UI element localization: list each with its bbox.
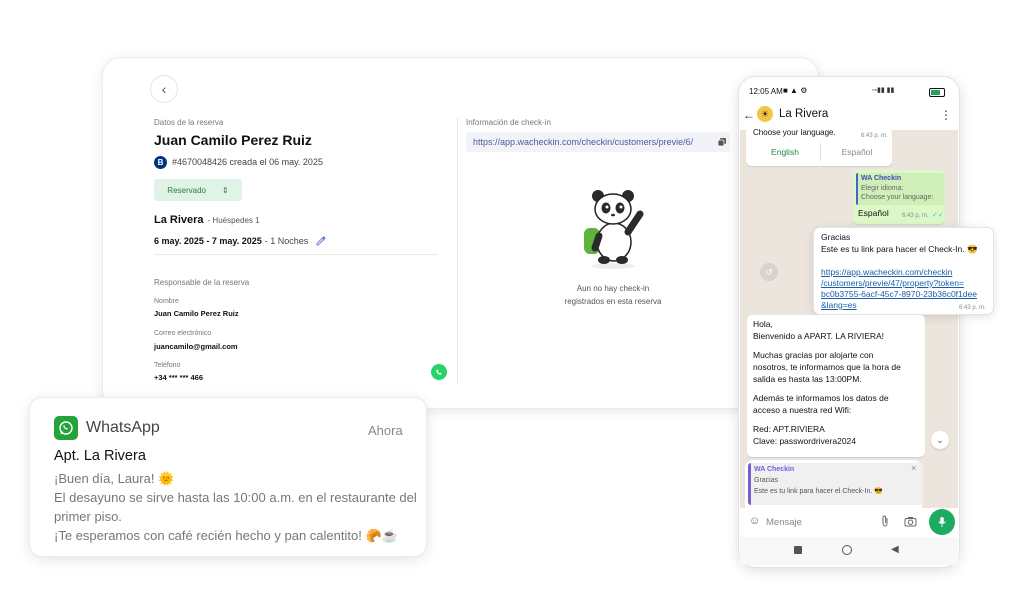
phone-label: Teléfono: [154, 362, 181, 369]
whatsapp-logo-icon: [54, 416, 78, 440]
notification-title: Apt. La Rivera: [54, 448, 146, 464]
notification-line2: El desayuno se sirve hasta las 10:00 a.m…: [54, 490, 417, 505]
gracias-text: Gracias: [821, 232, 851, 242]
forward-icon[interactable]: ↺: [760, 263, 778, 281]
quoted-line1: Elegir idioma:: [861, 185, 904, 192]
back-button[interactable]: ‹: [150, 75, 178, 103]
language-message-text: Choose your language.: [753, 128, 836, 137]
battery-icon: [929, 88, 945, 97]
notification-app-name: WhatsApp: [86, 419, 160, 436]
welcome-line1: Hola,: [753, 319, 773, 329]
welcome-line3: Muchas gracias por alojarte con: [753, 350, 874, 360]
welcome-line5: salida es hasta las 13:00PM.: [753, 374, 862, 384]
email-value: juancamilo@gmail.com: [154, 342, 238, 351]
checkin-link-3[interactable]: bc0b3755-6acf-45c7-8970-23b36c0f1dee: [821, 289, 977, 301]
name-value: Juan Camilo Perez Ruiz: [154, 309, 239, 318]
quoted-sender: WA Checkin: [861, 175, 902, 182]
checkin-url-field[interactable]: https://app.wacheckin.com/checkin/custom…: [466, 132, 730, 152]
notification-line4: ¡Te esperamos con café recién hecho y pa…: [54, 528, 398, 543]
message-timestamp: 6:43 p. m.: [902, 213, 929, 219]
double-check-icon: ✓✓: [932, 212, 944, 219]
status-bar: 12:05 AM ■ ▲ ⚙ ▫▫▮▮ ▮▮: [746, 85, 952, 99]
email-label: Correo electrónico: [154, 330, 212, 337]
signal-icon: ▫▫▮▮ ▮▮: [872, 87, 895, 94]
checkin-url: https://app.wacheckin.com/checkin/custom…: [473, 137, 694, 147]
empty-state-line1: Aun no hay check-in: [576, 284, 650, 293]
checkin-link-1[interactable]: https://app.wacheckin.com/checkin: [821, 267, 952, 279]
phone-value: +34 *** *** 466: [154, 373, 203, 382]
welcome-line2: Bienvenido a APART. LA RIVIERA!: [753, 331, 885, 341]
message-input[interactable]: Mensaje: [766, 517, 802, 528]
status-icons-left: ■ ▲ ⚙: [783, 86, 808, 95]
reservation-section-label: Datos de la reserva: [154, 118, 224, 127]
property-name: La Rivera: [154, 214, 204, 226]
stay-dates: 6 may. 2025 - 7 may. 2025: [154, 235, 262, 246]
whatsapp-icon[interactable]: [431, 364, 447, 380]
contact-avatar[interactable]: ☀: [757, 106, 773, 122]
reply-sender: WA Checkin: [754, 466, 795, 473]
status-value: Reservado: [167, 185, 206, 195]
welcome-line4: nosotros, te informamos que la hora de: [753, 362, 901, 372]
welcome-line9: Clave: passwordrivera2024: [753, 436, 856, 446]
copy-icon[interactable]: [717, 137, 727, 147]
welcome-line8: Red: APT.RIVIERA: [753, 424, 825, 434]
espanol-option-button[interactable]: Español: [822, 143, 892, 161]
property-row: La Rivera - Huéspedes 1: [154, 214, 260, 226]
notification-time: Ahora: [368, 423, 403, 438]
booking-icon: B: [154, 156, 167, 169]
column-divider: [457, 118, 458, 384]
message-timestamp: 6:43 p. m.: [959, 305, 986, 311]
welcome-line6: Además te informamos los datos de: [753, 393, 889, 403]
status-select[interactable]: Reservado ⇕: [154, 179, 242, 201]
message-timestamp: 6:43 p. m.: [861, 133, 888, 139]
chevron-updown-icon: ⇕: [221, 185, 229, 195]
quoted-line2: Choose your language:: [861, 194, 934, 201]
more-options-icon[interactable]: ⋮: [940, 108, 952, 122]
reply-text: Español: [858, 208, 889, 218]
edit-icon[interactable]: [315, 235, 327, 246]
checkin-link-2[interactable]: /customers/previe/47/property?token=: [821, 278, 964, 290]
microphone-button[interactable]: [929, 509, 955, 535]
guest-name: Juan Camilo Perez Ruiz: [154, 132, 312, 148]
panda-illustration: [584, 190, 644, 269]
camera-icon[interactable]: [904, 516, 917, 527]
reservation-panel: [103, 58, 818, 408]
recent-apps-icon[interactable]: [794, 546, 802, 554]
checkin-link-4[interactable]: &lang=es: [821, 300, 857, 312]
emoji-icon[interactable]: ☺: [749, 515, 760, 527]
notification-line3: primer piso.: [54, 509, 122, 524]
attach-icon[interactable]: [880, 515, 890, 527]
section-divider: [154, 254, 438, 255]
notification-line1: ¡Buen día, Laura! 🌞: [54, 471, 175, 486]
link-intro-text: Este es tu link para hacer el Check-In. …: [821, 244, 978, 254]
responsible-label: Responsable de la reserva: [154, 278, 250, 287]
checkin-info-label: Información de check-in: [466, 118, 551, 127]
back-nav-icon[interactable]: ◀: [891, 544, 899, 555]
reply-line1: Gracias: [754, 477, 779, 484]
welcome-line7: acceso a nuestra red Wifi:: [753, 405, 852, 415]
dates-row: 6 may. 2025 - 7 may. 2025 - 1 Noches: [154, 235, 327, 246]
guests-count: - Huéspedes 1: [207, 216, 260, 225]
home-icon[interactable]: [842, 545, 852, 555]
close-reply-icon[interactable]: ×: [911, 463, 916, 473]
nights-count: - 1 Noches: [264, 235, 309, 246]
english-option-button[interactable]: English: [750, 143, 821, 161]
microphone-icon: [938, 517, 946, 527]
empty-state-line2: registrados en esta reserva: [564, 297, 662, 306]
reply-line2: Este es tu link para hacer el Check-In. …: [754, 488, 883, 495]
chevron-left-icon: ‹: [161, 81, 167, 97]
name-label: Nombre: [154, 298, 179, 305]
status-time: 12:05 AM: [749, 87, 783, 96]
scroll-down-button[interactable]: ⌄: [931, 431, 949, 449]
back-arrow-icon[interactable]: ←: [743, 108, 755, 122]
reservation-id: #4670048426 creada el 06 may. 2025: [172, 157, 323, 167]
contact-name[interactable]: La Rivera: [779, 108, 828, 120]
